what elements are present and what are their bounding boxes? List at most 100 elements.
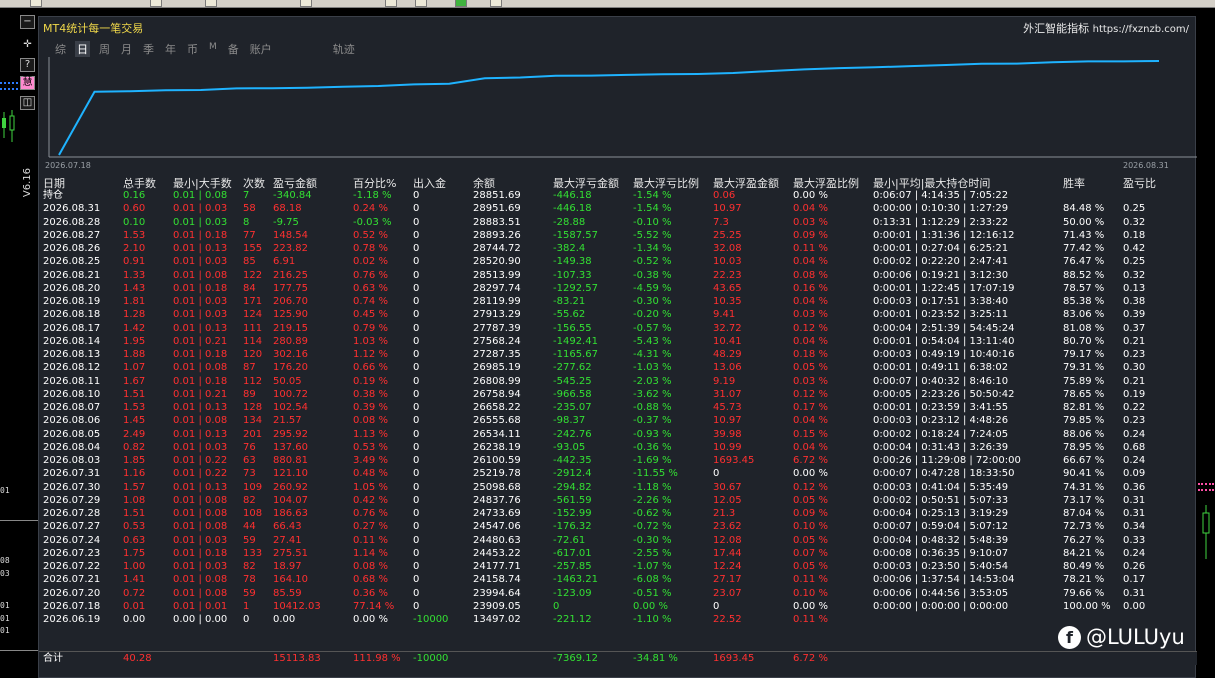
tab-summary[interactable]: 综 [53,41,68,57]
table-row[interactable]: 2026.08.21 1.33 0.01 | 0.08 122 216.25 0.76 %… [39,269,1197,282]
cell-profit: 206.70 [273,296,308,307]
toolbar-button[interactable] [205,0,217,7]
cell-balance: 26100.59 [473,455,521,466]
cell-deposit-withdraw: 0 [413,349,420,360]
cell-percent: 0.63 % [353,282,388,294]
hui-button[interactable]: 慧 [20,76,35,90]
cell-profit: 280.89 [273,335,308,347]
table-row[interactable]: 2026.07.20 0.72 0.01 | 0.08 59 85.59 0.36 % 0 2… [39,587,1197,600]
toolbar-button[interactable] [490,0,502,7]
cell-percent: 1.05 % [353,481,388,493]
cell-max-float-loss: -28.88 [553,216,586,228]
cell-trade-count: 77 [243,229,256,241]
table-row[interactable]: 2026.08.25 0.91 0.01 | 0.03 85 6.91 0.02 % 0 28… [39,255,1197,268]
table-row[interactable]: 2026.08.12 1.07 0.01 | 0.08 87 176.20 0.66 % 0… [39,361,1197,374]
tab-account[interactable]: 账户 [248,41,274,57]
cell-profit: -340.84 [273,190,312,201]
cell-profit: 216.25 [273,269,308,281]
cell-max-float-profit: 31.07 [713,388,742,400]
table-row[interactable]: 2026.07.24 0.63 0.01 | 0.03 59 27.41 0.11 % 0 2… [39,534,1197,547]
cell-percent: 1.12 % [353,349,388,360]
cell-percent: 0.42 % [353,494,388,506]
cell-max-float-loss-pct: -1.03 % [633,362,672,374]
table-row[interactable]: 2026.08.04 0.82 0.01 | 0.03 76 137.60 0.53 % 0… [39,441,1197,454]
table-row[interactable]: 持仓 0.16 0.01 | 0.08 7 -340.84 -1.18 % 0 28851.6… [39,189,1197,202]
tab-daily[interactable]: 日 [75,41,90,57]
table-row[interactable]: 2026.08.03 1.85 0.01 | 0.22 63 880.81 3.49 % 0… [39,454,1197,467]
cell-total-lots: 1.16 [123,468,146,480]
table-row[interactable]: 2026.08.19 1.81 0.01 | 0.03 171 206.70 0.74 %… [39,295,1197,308]
table-row[interactable]: 2026.07.23 1.75 0.01 | 0.18 133 275.51 1.14 %… [39,547,1197,560]
cell-trade-count: 44 [243,521,256,533]
table-row[interactable]: 2026.08.28 0.10 0.01 | 0.03 8 -9.75 -0.03 % 0 2… [39,216,1197,229]
table-row[interactable]: 2026.07.28 1.51 0.01 | 0.08 108 186.63 0.76 %… [39,507,1197,520]
table-row[interactable]: 2026.08.27 1.53 0.01 | 0.18 77 148.54 0.52 % 0… [39,229,1197,242]
tab-quarterly[interactable]: 季 [141,41,156,57]
toolbar-button[interactable] [385,0,397,7]
cell-hold-time: 0:00:01 | 0:54:04 | 13:11:40 [873,335,1015,347]
cell-profit: 21.57 [273,415,302,427]
table-row[interactable]: 2026.08.10 1.51 0.01 | 0.21 89 100.72 0.38 % 0… [39,388,1197,401]
brand-url[interactable]: https://fxznzb.com/ [1093,24,1189,35]
table-row[interactable]: 2026.07.30 1.57 0.01 | 0.13 109 260.92 1.05 %… [39,481,1197,494]
move-icon[interactable]: ✛ [20,39,35,53]
window-button[interactable]: ◫ [20,96,35,110]
table-row[interactable]: 2026.08.26 2.10 0.01 | 0.13 155 223.82 0.78 %… [39,242,1197,255]
tab-weekly[interactable]: 周 [97,41,112,57]
cell-profit: 10412.03 [273,600,321,612]
cell-hold-time: 0:00:03 | 0:49:19 | 10:40:16 [873,349,1015,360]
table-row[interactable]: 2026.08.05 2.49 0.01 | 0.13 201 295.92 1.13 %… [39,428,1197,441]
table-row[interactable]: 2026.07.22 1.00 0.01 | 0.03 82 18.97 0.08 % 0 2… [39,560,1197,573]
table-row[interactable]: 2026.07.27 0.53 0.01 | 0.08 44 66.43 0.27 % 0 2… [39,520,1197,533]
right-chart-strip [1196,8,1215,678]
help-button[interactable]: ? [20,58,35,72]
table-row[interactable]: 2026.08.17 1.42 0.01 | 0.13 111 219.15 0.79 %… [39,322,1197,335]
tab-symbol[interactable]: 币 [185,41,200,57]
cell-hold-time: 0:00:04 | 0:31:43 | 3:26:39 [873,441,1009,453]
table-row[interactable]: 2026.08.14 1.95 0.01 | 0.21 114 280.89 1.03 %… [39,335,1197,348]
cell-win-rate: 90.41 % [1063,468,1105,480]
table-row[interactable]: 2026.08.31 0.60 0.01 | 0.03 58 68.18 0.24 % 0 2… [39,202,1197,215]
cell-date: 2026.08.17 [43,322,101,334]
toolbar-button[interactable] [150,0,162,7]
tab-track[interactable]: 轨迹 [331,41,357,57]
toolbar-button[interactable] [300,0,312,7]
cell-max-float-loss-pct: -2.03 % [633,375,672,387]
table-row[interactable]: 2026.06.19 0.00 0.00 | 0.00 0 0.00 0.00 % -100… [39,613,1197,626]
cell-max-float-profit: 7.3 [713,216,729,228]
cell-max-float-loss: -1292.57 [553,282,598,294]
table-row[interactable]: 2026.07.29 1.08 0.01 | 0.08 82 104.07 0.42 % 0… [39,494,1197,507]
table-row[interactable]: 2026.08.18 1.28 0.01 | 0.03 124 125.90 0.45 %… [39,308,1197,321]
tab-note[interactable]: 备 [226,41,241,57]
tab-yearly[interactable]: 年 [163,41,178,57]
table-row[interactable]: 2026.08.13 1.88 0.01 | 0.18 120 302.16 1.12 %… [39,348,1197,361]
total-date: 合计 [43,653,63,664]
cell-deposit-withdraw: 0 [413,296,420,307]
cell-max-float-profit-pct: 0.16 % [793,282,828,294]
add-icon[interactable] [455,0,467,7]
tab-monthly[interactable]: 月 [119,41,134,57]
table-row[interactable]: 2026.07.18 0.01 0.01 | 0.01 1 10412.03 77.14 … [39,600,1197,613]
table-row[interactable]: 2026.08.07 1.53 0.01 | 0.13 128 102.54 0.39 %… [39,401,1197,414]
cell-profit-ratio: 0.68 [1123,441,1146,453]
cell-max-float-profit-pct: 0.05 % [793,534,828,546]
table-row[interactable]: 2026.08.20 1.43 0.01 | 0.18 84 177.75 0.63 % 0… [39,282,1197,295]
table-row[interactable]: 2026.07.21 1.41 0.01 | 0.08 78 164.10 0.68 % 0… [39,573,1197,586]
cell-profit-ratio: 0.24 [1123,455,1146,466]
toolbar-button[interactable] [30,0,42,7]
brand-label[interactable]: 外汇智能指标 https://fxznzb.com/ [1023,20,1189,36]
cell-max-float-profit-pct: 0.11 % [793,243,828,254]
table-row[interactable]: 2026.08.11 1.67 0.01 | 0.18 112 50.05 0.19 % 0… [39,375,1197,388]
cell-date: 2026.07.23 [43,547,101,559]
cell-max-float-loss-pct: -1.10 % [633,614,672,625]
toolbar-button[interactable] [415,0,427,7]
cell-hold-time: 0:00:01 | 1:22:45 | 17:07:19 [873,282,1015,294]
cell-percent: 1.14 % [353,547,388,559]
cell-profit: 125.90 [273,309,308,321]
minimize-button[interactable]: − [20,15,35,29]
tab-magic[interactable]: M [207,42,219,57]
cell-percent: 1.03 % [353,335,388,347]
cell-max-float-loss: -72.61 [553,534,586,546]
table-row[interactable]: 2026.07.31 1.16 0.01 | 0.22 73 121.10 0.48 % 0… [39,467,1197,480]
table-row[interactable]: 2026.08.06 1.45 0.01 | 0.08 134 21.57 0.08 % 0… [39,414,1197,427]
